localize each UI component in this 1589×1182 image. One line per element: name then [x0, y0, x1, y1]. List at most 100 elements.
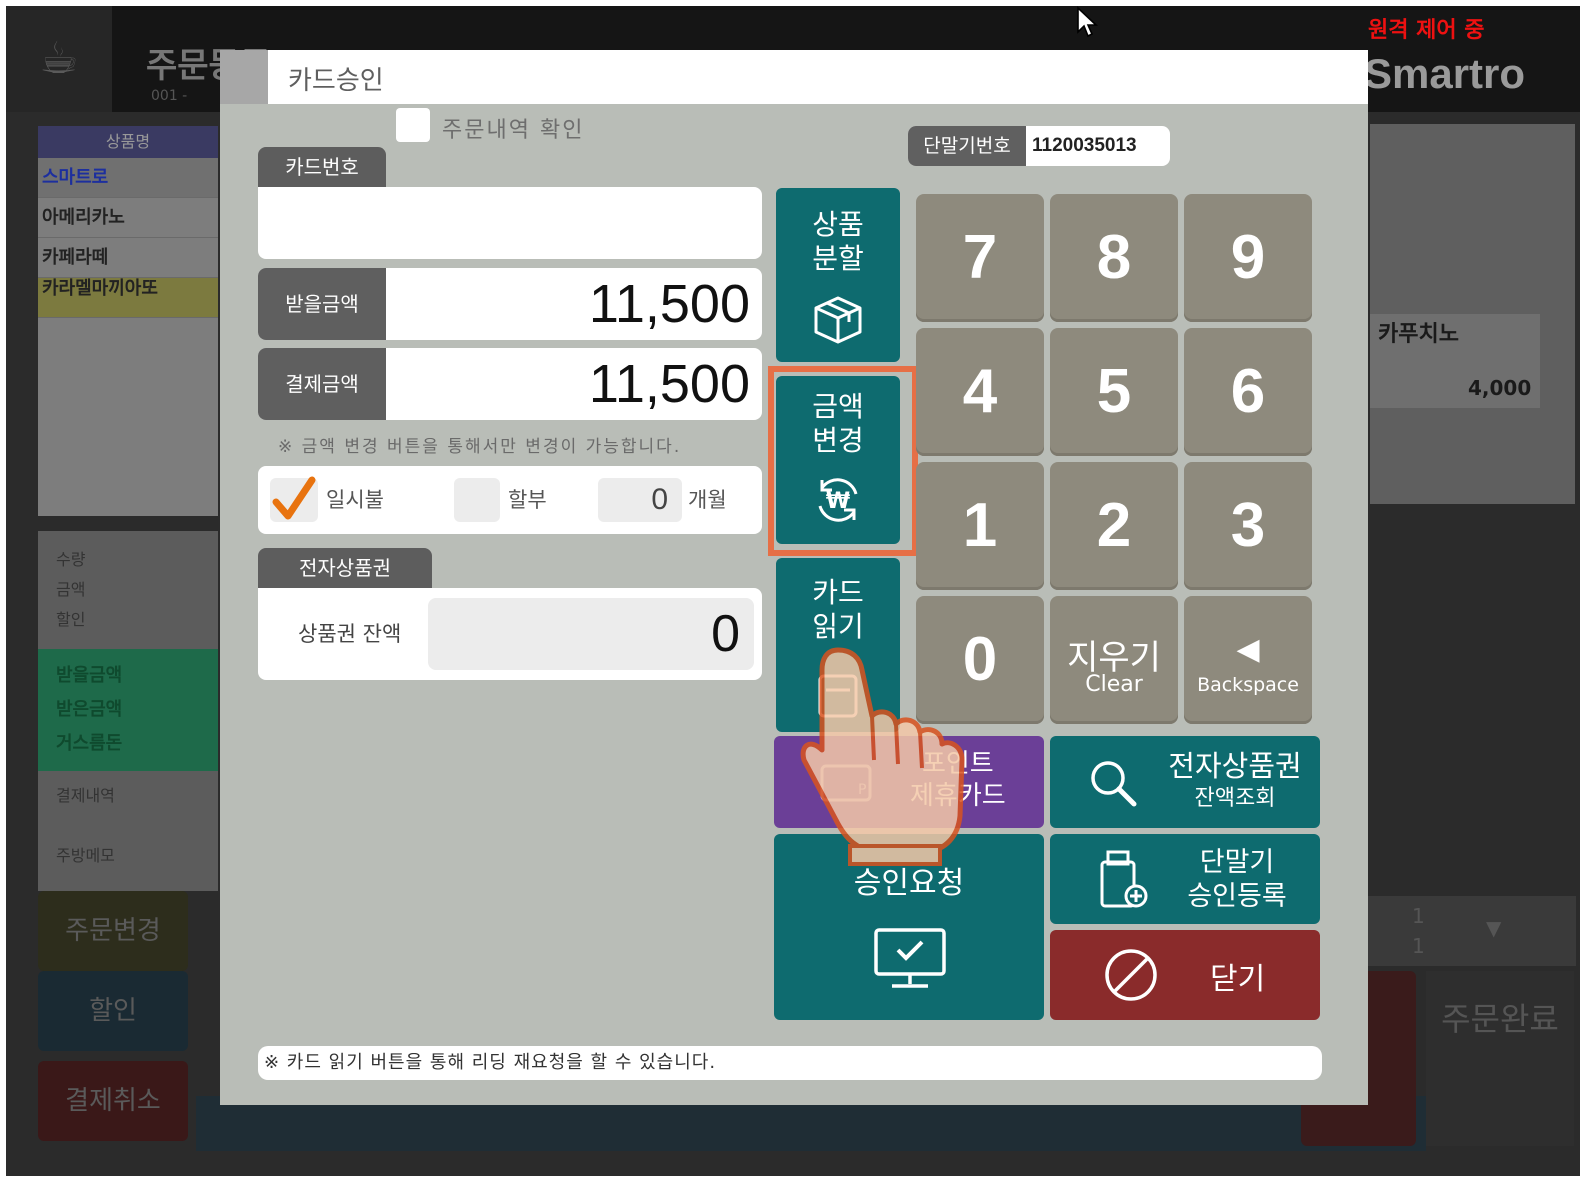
order-complete-button[interactable]: 주문완료	[1426, 971, 1574, 1146]
split-product-button[interactable]: 상품 분할	[776, 188, 900, 362]
summary-label: 수량	[56, 550, 86, 569]
terminal-register-label-1: 단말기	[1199, 847, 1275, 878]
title-accent	[220, 50, 268, 104]
kitchen-memo-label: 주방메모	[56, 846, 115, 865]
terminal-number-label: 단말기번호	[908, 126, 1026, 166]
change-order-button[interactable]: 주문변경	[38, 891, 188, 971]
card-number-field[interactable]	[258, 187, 762, 259]
lump-sum-label: 일시불	[326, 488, 384, 512]
chevron-down-icon[interactable]: ▼	[1486, 916, 1501, 940]
terminal-register-label-2: 승인등록	[1187, 881, 1287, 912]
close-button[interactable]: 닫기	[1050, 930, 1320, 1020]
gift-card-tab: 전자상품권	[258, 548, 432, 588]
payment-options: 일시불 할부 0 개월	[258, 466, 762, 534]
read-card-label-2: 읽기	[812, 610, 864, 643]
product-column-header: 상품명	[38, 126, 218, 158]
check-icon	[272, 476, 316, 520]
key-9[interactable]: 9	[1184, 194, 1312, 322]
cancel-payment-button[interactable]: 결제취소	[38, 1061, 188, 1141]
payment-amount-row: 결제금액 11,500	[258, 348, 762, 420]
search-icon	[1091, 761, 1137, 807]
order-check-checkbox[interactable]	[396, 108, 430, 142]
backspace-arrow-icon: ◀	[1236, 632, 1260, 667]
gift-balance-value: 0	[711, 605, 740, 663]
receive-amount-label: 받을금액	[258, 268, 386, 340]
split-product-label-2: 분할	[812, 242, 864, 275]
card-number-tab: 카드번호	[258, 147, 386, 187]
clear-key[interactable]: 지우기 Clear	[1050, 596, 1178, 724]
clear-key-sublabel: Clear	[1085, 672, 1143, 697]
discount-button[interactable]: 할인	[38, 971, 188, 1051]
key-5[interactable]: 5	[1050, 328, 1178, 456]
key-4[interactable]: 4	[916, 328, 1044, 456]
monitor-check-icon	[874, 928, 946, 988]
key-8[interactable]: 8	[1050, 194, 1178, 322]
footer-note: ※ 카드 읽기 버튼을 통해 리딩 재요청을 할 수 있습니다.	[258, 1046, 1322, 1080]
dialog-title-bar	[220, 50, 1368, 104]
list-item[interactable]: 카라멜마끼아또	[38, 278, 218, 318]
key-label: 1	[962, 491, 998, 560]
hand-pointer-icon	[800, 647, 965, 866]
highlight-frame	[768, 366, 918, 556]
key-label: 7	[962, 223, 998, 292]
list-item[interactable]: 아메리카노	[38, 198, 218, 238]
payment-amount-label: 결제금액	[258, 348, 386, 420]
gift-balance-label: 상품권 잔액	[298, 622, 402, 646]
gift-balance-field: 0	[428, 598, 754, 670]
key-2[interactable]: 2	[1050, 462, 1178, 590]
backspace-key-label: Backspace	[1197, 674, 1299, 696]
list-item[interactable]: 카페라떼	[38, 238, 218, 278]
terminal-register-button[interactable]: 단말기 승인등록	[1050, 834, 1320, 924]
list-item[interactable]: 스마트로	[38, 158, 218, 198]
order-list-panel: 상품명 스마트로 아메리카노 카페라떼 카라멜마끼아또	[38, 126, 218, 516]
key-6[interactable]: 6	[1184, 328, 1312, 456]
product-name: 카페라떼	[42, 247, 109, 268]
page-current: 1	[1412, 904, 1425, 928]
receive-amount-value: 11,500	[588, 274, 750, 334]
key-label: 9	[1230, 223, 1266, 292]
terminal-number-badge: 단말기번호 1120035013	[908, 126, 1170, 166]
pager: 1 1 ▼	[1366, 896, 1576, 966]
installment-checkbox[interactable]	[454, 478, 500, 522]
mouse-cursor-icon	[1077, 6, 1098, 38]
page-total: 1	[1412, 934, 1425, 958]
payment-amount-block: 받을금액 받은금액 거스름돈	[38, 649, 218, 771]
key-label: 2	[1096, 491, 1132, 560]
product-tile-name: 카푸치노	[1378, 322, 1459, 347]
payment-amount-value: 11,500	[588, 354, 750, 414]
key-1[interactable]: 1	[916, 462, 1044, 590]
key-label: 5	[1096, 357, 1132, 426]
order-subtitle: 001 -	[151, 88, 188, 104]
terminal-add-icon	[1100, 850, 1148, 908]
key-label: 4	[962, 357, 998, 426]
receive-amount-row: 받을금액 11,500	[258, 268, 762, 340]
payment-label: 받은금액	[56, 699, 123, 720]
brand-logo: Smartro	[1364, 50, 1526, 97]
key-3[interactable]: 3	[1184, 462, 1312, 590]
terminal-number-value: 1120035013	[1032, 135, 1137, 156]
months-value: 0	[651, 483, 668, 516]
product-name: 아메리카노	[42, 207, 125, 228]
payment-history-label: 결제내역	[56, 786, 115, 805]
order-complete-label: 주문완료	[1441, 1000, 1559, 1038]
close-label: 닫기	[1210, 962, 1266, 997]
key-7[interactable]: 7	[916, 194, 1044, 322]
product-name: 카라멜마끼아또	[42, 278, 158, 299]
pos-logo-icon: ☕	[6, 6, 112, 112]
key-label: 3	[1230, 491, 1266, 560]
installment-label: 할부	[508, 488, 547, 512]
summary-label: 할인	[56, 610, 86, 629]
gift-card-panel: 상품권 잔액 0	[258, 588, 762, 680]
gift-balance-check-label-1: 전자상품권	[1168, 749, 1302, 783]
payment-label: 받을금액	[56, 665, 123, 686]
months-input[interactable]: 0	[598, 478, 682, 522]
product-tile-price: 4,000	[1468, 376, 1532, 400]
backspace-key[interactable]: ◀ Backspace	[1184, 596, 1312, 724]
box-icon	[814, 296, 862, 344]
months-unit: 개월	[688, 488, 727, 512]
gift-balance-check-button[interactable]: 전자상품권 잔액조회	[1050, 736, 1320, 828]
dialog-title: 카드승인	[288, 66, 384, 96]
read-card-label-1: 카드	[812, 576, 864, 609]
order-check-label: 주문내역 확인	[442, 118, 585, 143]
card-approval-dialog: 카드승인 주문내역 확인 단말기번호 1120035013 카드번호 받을금액 …	[220, 50, 1368, 1105]
